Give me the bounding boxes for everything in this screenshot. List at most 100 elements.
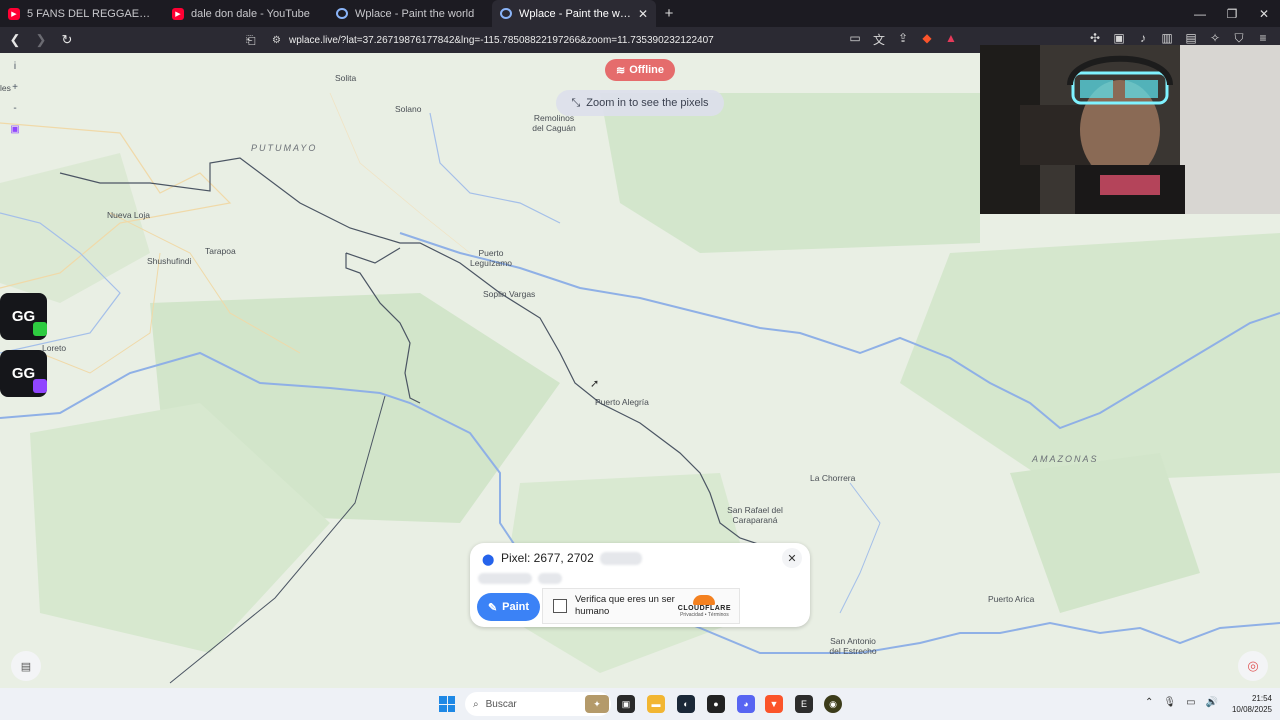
system-tray: ⌃ 🎙 ▭ 🔊	[1145, 697, 1218, 708]
place-tarapoa: Tarapoa	[205, 246, 236, 256]
captcha-widget: Verifica que eres un ser humano CLOUDFLA…	[542, 588, 740, 624]
gg-overlay-logo: GG	[0, 350, 47, 397]
clock-time: 21:54	[1251, 694, 1272, 703]
translate-icon[interactable]: 文	[872, 31, 886, 48]
tab-wplace-1[interactable]: Wplace - Paint the world	[328, 0, 492, 27]
region-putumayo: PUTUMAYO	[251, 143, 318, 153]
wplace-icon	[500, 8, 512, 19]
offline-label: Offline	[629, 64, 665, 76]
webcam-overlay	[980, 45, 1280, 214]
place-shushufindi: Shushufindi	[147, 256, 192, 266]
zoom-hint-label: Zoom in to see the pixels	[586, 97, 709, 109]
youtube-icon: ▶	[172, 7, 184, 20]
cloudflare-links[interactable]: Privacidad • Términos	[680, 612, 729, 618]
close-panel-button[interactable]: ✕	[782, 548, 802, 568]
layers-icon: ▤	[20, 660, 32, 673]
minimize-icon[interactable]: —	[1184, 0, 1216, 27]
pencil-icon: ✎	[487, 601, 498, 614]
wplace-icon	[336, 8, 348, 19]
tab-wplace-active[interactable]: Wplace - Paint the world ✕	[492, 0, 656, 27]
epic-games-icon[interactable]: E	[795, 695, 813, 713]
paint-button[interactable]: ✎ Paint	[477, 593, 540, 621]
gg-overlay-logo: GG	[0, 293, 47, 340]
place-puerto-alegria: Puerto Alegría	[595, 397, 649, 407]
discord-icon[interactable]: ◕	[737, 695, 755, 713]
zoom-out-button[interactable]: -	[13, 103, 16, 114]
zoom-icon: ⤡	[571, 96, 581, 109]
location-pin-icon: ⬤	[482, 554, 495, 566]
file-explorer-icon[interactable]: ▬	[647, 695, 665, 713]
captcha-label: Verifica que eres un ser humano	[575, 594, 675, 617]
cast-icon[interactable]: ▭	[848, 31, 862, 48]
layers-button[interactable]: ▤	[11, 651, 41, 681]
blurred-info	[478, 573, 532, 584]
tab-strip: ▶ 5 FANS DEL REGGAETON VS 1 IMPOSTOR ▶ d…	[0, 0, 1280, 27]
close-window-icon[interactable]: ✕	[1248, 0, 1280, 27]
taskbar: ⌕ Buscar ✦ ▣ ▬ ◐ ● ◕ ▼ E ◉ ⌃ 🎙 ▭ 🔊 21:54…	[0, 688, 1280, 720]
brave-rewards-icon[interactable]: ▲	[944, 31, 958, 48]
clock[interactable]: 21:54 10/08/2025	[1222, 693, 1272, 715]
new-tab-button[interactable]: +	[656, 0, 682, 27]
share-icon[interactable]: ⇪	[896, 31, 910, 48]
close-tab-icon[interactable]: ✕	[638, 7, 648, 21]
offline-badge: ≋ Offline	[605, 59, 675, 81]
twitch-icon[interactable]: ▣	[10, 124, 19, 135]
tab-youtube-1[interactable]: ▶ 5 FANS DEL REGGAETON VS 1 IMPOSTOR	[0, 0, 164, 27]
place-san-rafael: San Rafael del Caraparaná	[727, 505, 783, 525]
place-puerto-arica: Puerto Arica	[988, 594, 1035, 604]
map-left-controls: i + - ▣	[6, 61, 24, 135]
search-placeholder: Buscar	[485, 698, 517, 710]
window-controls: — ❐ ✕	[1184, 0, 1280, 27]
forward-icon[interactable]: ❯	[30, 29, 52, 51]
tab-youtube-2[interactable]: ▶ dale don dale - YouTube	[164, 0, 328, 27]
volume-icon[interactable]: 🔊	[1206, 697, 1218, 708]
tab-title: Wplace - Paint the world	[355, 7, 475, 20]
twitch-icon	[33, 379, 47, 393]
pixel-coords: Pixel: 2677, 2702	[501, 551, 594, 565]
place-puerto-leguizamo: Puerto Leguízamo	[469, 248, 513, 268]
bookmark-icon[interactable]: ⎗	[246, 31, 262, 49]
place-san-antonio: San Antonio del Estrecho	[829, 636, 877, 656]
network-icon[interactable]: ▭	[1186, 697, 1195, 708]
place-soplin-vargas: Soplin Vargas	[483, 289, 536, 299]
region-amazonas: AMAZONAS	[1032, 454, 1099, 464]
blurred-info	[538, 573, 562, 584]
site-settings-icon[interactable]: ⚙	[272, 35, 281, 46]
cloudflare-logo: CLOUDFLARE Privacidad • Términos	[677, 594, 731, 618]
spotify-icon	[33, 322, 47, 336]
task-view-icon[interactable]: ▣	[617, 695, 635, 713]
place-nueva-loja: Nueva Loja	[107, 210, 151, 220]
cloudflare-name: CLOUDFLARE	[677, 604, 731, 612]
reload-icon[interactable]: ↻	[56, 29, 78, 51]
place-loreto: Loreto	[42, 343, 67, 353]
place-solano: Solano	[395, 104, 422, 114]
tab-title: 5 FANS DEL REGGAETON VS 1 IMPOSTOR	[27, 7, 156, 20]
captcha-checkbox[interactable]	[553, 599, 567, 613]
obs-icon[interactable]: ◉	[824, 695, 842, 713]
brave-icon[interactable]: ▼	[765, 695, 783, 713]
zoom-in-button[interactable]: +	[12, 82, 18, 93]
url-text: wplace.live/?lat=37.26719876177842&lng=-…	[288, 34, 714, 46]
chevron-up-icon[interactable]: ⌃	[1145, 697, 1153, 708]
microphone-icon[interactable]: 🎙	[1163, 697, 1176, 708]
wifi-off-icon: ≋	[615, 64, 626, 77]
back-icon[interactable]: ❮	[4, 29, 26, 51]
blurred-info	[600, 552, 642, 565]
pixel-panel: ⬤ Pixel: 2677, 2702 ✕ ✎ Paint Verifica q…	[470, 543, 810, 627]
widget-icon[interactable]: ✦	[585, 695, 609, 713]
webcam-image	[980, 45, 1280, 214]
zoom-hint[interactable]: ⤡ Zoom in to see the pixels	[556, 90, 724, 116]
steam-icon[interactable]: ◐	[677, 695, 695, 713]
locate-button[interactable]: ◎	[1238, 651, 1268, 681]
youtube-icon: ▶	[8, 7, 20, 20]
target-icon: ◎	[1247, 658, 1259, 673]
tab-title: Wplace - Paint the world	[519, 7, 631, 20]
start-button[interactable]	[439, 696, 455, 712]
brave-shields-icon[interactable]: ◆	[920, 31, 934, 48]
tab-title: dale don dale - YouTube	[191, 7, 310, 20]
app-icon[interactable]: ●	[707, 695, 725, 713]
info-icon[interactable]: i	[14, 61, 16, 72]
paint-label: Paint	[502, 601, 530, 613]
restore-icon[interactable]: ❐	[1216, 0, 1248, 27]
clock-date: 10/08/2025	[1231, 705, 1272, 714]
